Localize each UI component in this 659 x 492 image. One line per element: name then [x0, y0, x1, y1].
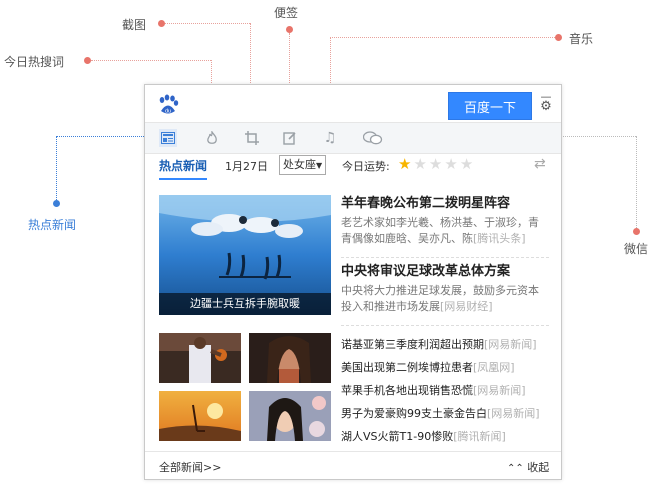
- collapse-button[interactable]: ⌃⌃ 收起: [507, 459, 549, 475]
- refresh-icon[interactable]: ⇄: [534, 156, 546, 172]
- news-list: 诺基亚第三季度利润超出预期[网易新闻] 美国出现第二例埃博拉患者[凤凰网] 苹果…: [341, 333, 551, 448]
- widget-footer: 全部新闻>> ⌃⌃ 收起: [145, 451, 561, 480]
- callout-hot-search: 今日热搜词: [4, 55, 65, 69]
- list-item[interactable]: 美国出现第二例埃博拉患者[凤凰网]: [341, 356, 551, 379]
- fortune-label: 今日运势:: [342, 160, 390, 173]
- star-icon: ★: [428, 155, 445, 173]
- callout-wechat-dot: [633, 228, 640, 235]
- list-item-source[interactable]: [腾讯新闻]: [453, 430, 506, 443]
- callout-music: 音乐: [569, 32, 594, 46]
- tab-hot-news[interactable]: 热点新闻: [159, 157, 208, 180]
- headline-source[interactable]: [网易财经]: [440, 300, 493, 313]
- hero-news-image[interactable]: 边疆士兵互拆手腕取暖: [159, 195, 331, 315]
- star-icon: ★: [398, 155, 414, 173]
- settings-gear-icon[interactable]: ⚙: [538, 100, 554, 113]
- svg-text:du: du: [165, 109, 171, 115]
- list-item[interactable]: 苹果手机各地出现销售恐慌[网易新闻]: [341, 379, 551, 402]
- collapse-label: 收起: [527, 461, 550, 474]
- search-button[interactable]: 百度一下: [448, 92, 532, 120]
- hot-search-flame-icon[interactable]: [203, 129, 221, 147]
- all-news-link[interactable]: 全部新闻>>: [159, 459, 221, 475]
- callout-screenshot: 截图: [122, 18, 147, 32]
- callout-hot-news: 热点新闻: [28, 218, 77, 232]
- callout-music-line: [330, 37, 555, 38]
- callout-note: 便签: [274, 6, 299, 20]
- headline-2[interactable]: 中央将审议足球改革总体方案 中央将大力推进足球发展，鼓励多元资本投入和推进市场发…: [341, 263, 549, 315]
- hot-news-icon[interactable]: [159, 129, 177, 147]
- screenshot-crop-icon[interactable]: [243, 129, 261, 147]
- headline-1[interactable]: 羊年春晚公布第二拨明星阵容 老艺术家如李光羲、杨洪基、于淑珍，青青偶像如鹿晗、吴…: [341, 195, 549, 247]
- window-controls: — ⚙: [538, 91, 554, 119]
- headline-source[interactable]: [腾讯头条]: [473, 232, 526, 245]
- divider: [341, 325, 549, 326]
- callout-hot-news-dot: [53, 200, 60, 207]
- callout-hot-search-dot: [84, 57, 91, 64]
- horoscope-value: 处女座: [283, 158, 316, 171]
- list-item-title[interactable]: 男子为爱豪购99支土豪金告白: [341, 407, 487, 420]
- chevron-up-icon: ⌃⌃: [507, 463, 524, 474]
- baidu-logo: du: [159, 94, 179, 115]
- headline-desc: 老艺术家如李光羲、杨洪基、于淑珍，青青偶像如鹿晗、吴亦凡、陈[腾讯头条]: [341, 215, 549, 247]
- list-item-source[interactable]: [凤凰网]: [473, 361, 515, 374]
- star-icon: ★: [413, 155, 429, 173]
- list-item-title[interactable]: 诺基亚第三季度利润超出预期: [341, 338, 484, 351]
- list-item[interactable]: 男子为爱豪购99支土豪金告白[网易新闻]: [341, 402, 551, 425]
- headline-title[interactable]: 羊年春晚公布第二拨明星阵容: [341, 195, 549, 212]
- list-item-source[interactable]: [网易新闻]: [473, 384, 526, 397]
- current-date: 1月27日: [225, 160, 268, 173]
- headline-title[interactable]: 中央将审议足球改革总体方案: [341, 263, 549, 280]
- callout-wechat-vline: [636, 136, 637, 228]
- thumb-girl[interactable]: [249, 391, 331, 441]
- fortune-rating: ★★★★★: [398, 155, 475, 173]
- list-item-source[interactable]: [网易新闻]: [487, 407, 540, 420]
- list-item-title[interactable]: 苹果手机各地出现销售恐慌: [341, 384, 473, 397]
- list-item-title[interactable]: 美国出现第二例埃博拉患者: [341, 361, 473, 374]
- horoscope-select[interactable]: 处女座▼: [279, 155, 327, 175]
- callout-note-dot: [286, 26, 293, 33]
- thumb-basketball[interactable]: [159, 333, 241, 383]
- wechat-icon[interactable]: [362, 129, 384, 147]
- hero-caption: 边疆士兵互拆手腕取暖: [159, 293, 331, 315]
- girl-photo: [249, 391, 331, 441]
- callout-screenshot-line: [165, 23, 250, 24]
- callout-screenshot-dot: [158, 20, 165, 27]
- widget-tabs: 热点新闻 1月27日 处女座▼ 今日运势: ★★★★★ ⇄: [145, 155, 561, 181]
- feature-toolbar: ♫: [145, 122, 561, 154]
- list-item[interactable]: 湖人VS火箭T1-90惨败[腾讯新闻]: [341, 425, 551, 448]
- callout-hot-news-vline: [56, 136, 57, 200]
- music-note-icon[interactable]: ♫: [321, 129, 339, 147]
- note-icon[interactable]: [281, 129, 299, 147]
- star-icon: ★: [459, 155, 476, 173]
- basketball-photo: [159, 333, 241, 383]
- sunset-photo: [159, 391, 241, 441]
- headline-desc: 中央将大力推进足球发展，鼓励多元资本投入和推进市场发展[网易财经]: [341, 283, 549, 315]
- list-item[interactable]: 诺基亚第三季度利润超出预期[网易新闻]: [341, 333, 551, 356]
- callout-hot-search-line: [91, 60, 211, 61]
- divider: [341, 257, 549, 258]
- list-item-source[interactable]: [网易新闻]: [484, 338, 537, 351]
- news-widget: du 百度一下 — ⚙ ♫ 热点新闻 1月27日 处女座▼ 今日运势: ★★★★: [144, 84, 562, 480]
- callout-music-dot: [555, 34, 562, 41]
- list-item-title[interactable]: 湖人VS火箭T1-90惨败: [341, 430, 453, 443]
- thumb-woman[interactable]: [249, 333, 331, 383]
- star-icon: ★: [444, 155, 460, 173]
- thumb-sunset[interactable]: [159, 391, 241, 441]
- chevron-down-icon: ▼: [316, 161, 323, 170]
- woman-photo: [249, 333, 331, 383]
- callout-wechat: 微信: [624, 242, 649, 256]
- callout-hot-news-line: [56, 136, 156, 137]
